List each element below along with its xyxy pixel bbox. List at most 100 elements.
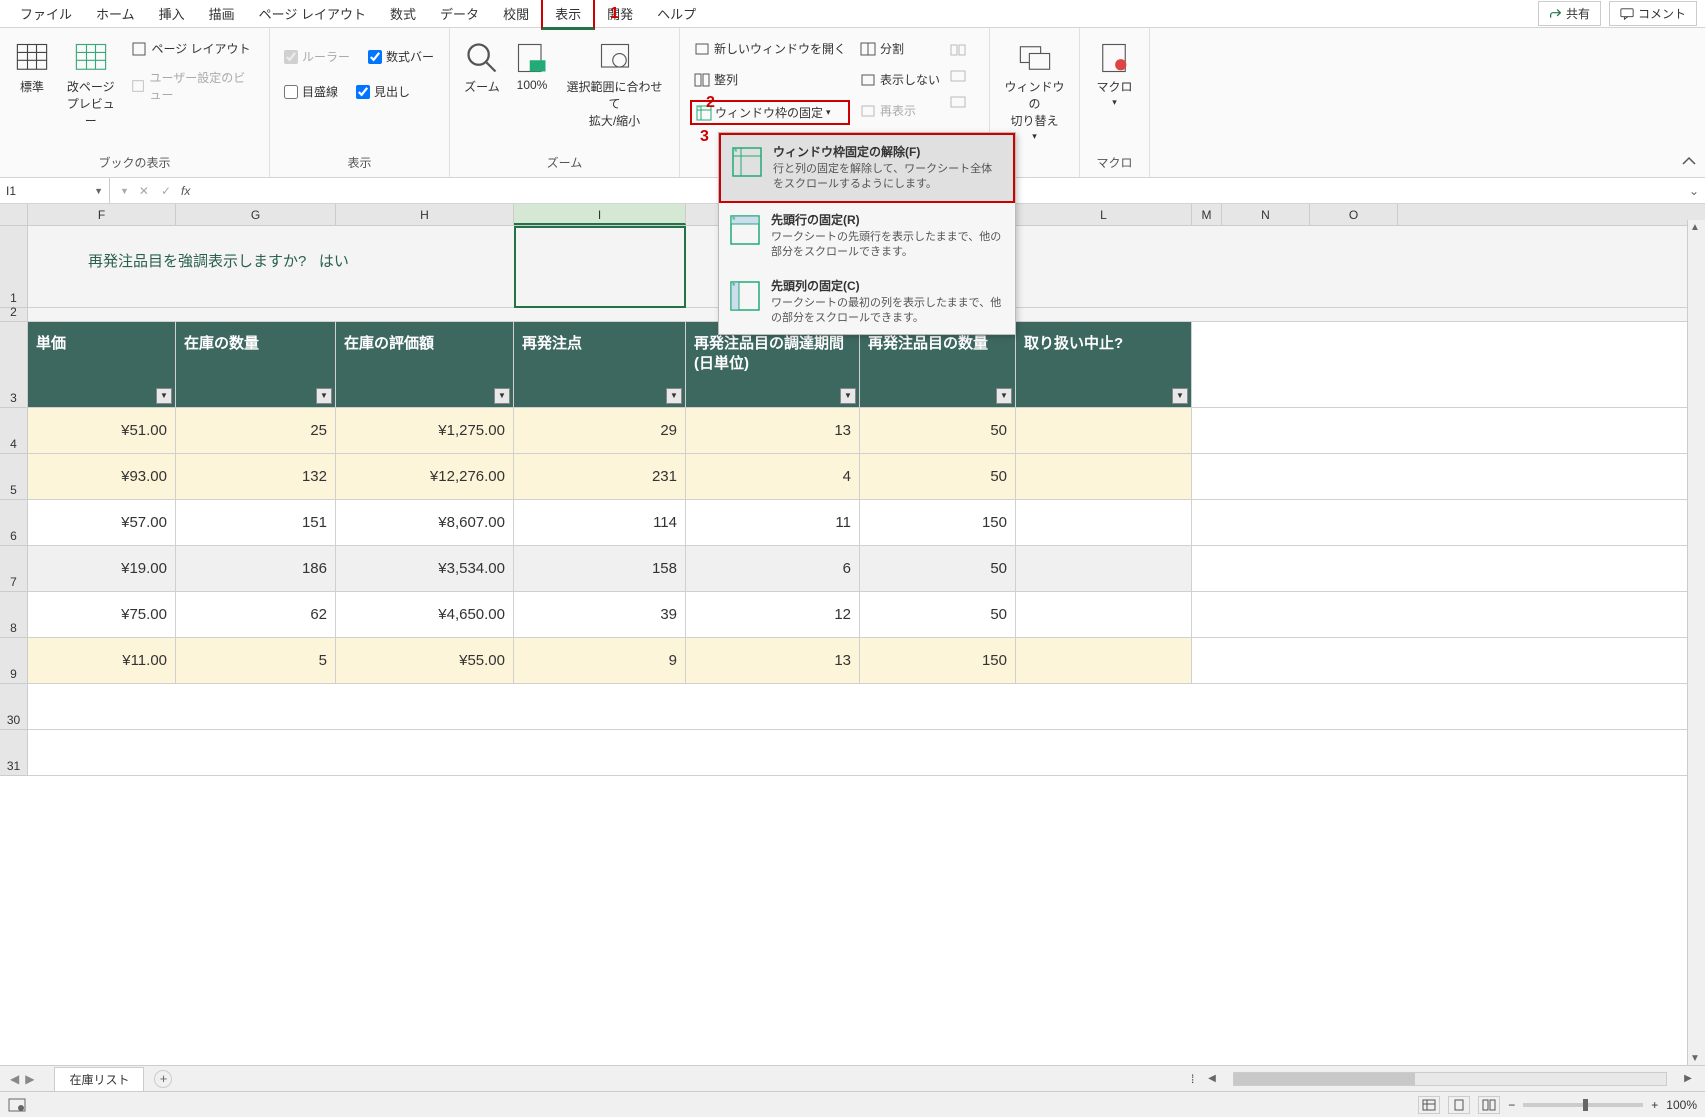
cell[interactable]: ¥8,607.00: [336, 500, 514, 545]
gridlines-checkbox[interactable]: 目盛線: [280, 81, 342, 102]
expand-formula-bar[interactable]: ⌄: [1683, 184, 1705, 198]
menu-home[interactable]: ホーム: [84, 0, 147, 27]
zoom-slider[interactable]: [1523, 1103, 1643, 1107]
empty-row[interactable]: [28, 730, 1705, 776]
sheet-tab-inventory[interactable]: 在庫リスト: [54, 1067, 144, 1091]
page-layout-status[interactable]: [1448, 1096, 1470, 1114]
cell[interactable]: 11: [686, 500, 860, 545]
menu-review[interactable]: 校閲: [491, 0, 541, 27]
cell[interactable]: ¥55.00: [336, 638, 514, 683]
row-header-7[interactable]: 7: [0, 546, 28, 592]
freeze-top-row-item[interactable]: * 先頭行の固定(R) ワークシートの先頭行を表示したままで、他の部分をスクロー…: [719, 203, 1015, 269]
filter-dropdown[interactable]: ▼: [494, 388, 510, 404]
tab-nav-next[interactable]: ▶: [25, 1072, 34, 1086]
table-row[interactable]: ¥51.0025¥1,275.00291350: [28, 408, 1705, 454]
share-button[interactable]: 共有: [1538, 1, 1601, 26]
cell[interactable]: 186: [176, 546, 336, 591]
cell[interactable]: 29: [514, 408, 686, 453]
filter-dropdown[interactable]: ▼: [156, 388, 172, 404]
col-header-i[interactable]: I: [514, 204, 686, 225]
zoom-out-button[interactable]: −: [1508, 1098, 1515, 1112]
header-reorder-point[interactable]: 再発注点▼: [514, 322, 686, 407]
page-break-status[interactable]: [1478, 1096, 1500, 1114]
cell[interactable]: ¥19.00: [28, 546, 176, 591]
cell[interactable]: ¥51.00: [28, 408, 176, 453]
cell[interactable]: 151: [176, 500, 336, 545]
cell[interactable]: 114: [514, 500, 686, 545]
name-box-dropdown[interactable]: ▼: [94, 186, 103, 196]
filter-dropdown[interactable]: ▼: [1172, 388, 1188, 404]
cell[interactable]: 158: [514, 546, 686, 591]
hscroll-right[interactable]: ▶: [1681, 1072, 1695, 1086]
menu-draw[interactable]: 描画: [197, 0, 247, 27]
menu-pagelayout[interactable]: ページ レイアウト: [247, 0, 378, 27]
table-row[interactable]: ¥93.00132¥12,276.00231450: [28, 454, 1705, 500]
filter-dropdown[interactable]: ▼: [996, 388, 1012, 404]
cell[interactable]: 132: [176, 454, 336, 499]
horizontal-scrollbar[interactable]: [1233, 1072, 1667, 1086]
cell[interactable]: ¥57.00: [28, 500, 176, 545]
cell[interactable]: ¥4,650.00: [336, 592, 514, 637]
row-header-1[interactable]: 1: [0, 226, 28, 308]
row-header-30[interactable]: 30: [0, 684, 28, 730]
page-break-button[interactable]: 改ページ プレビュー: [60, 38, 121, 131]
macro-button[interactable]: マクロ ▾: [1092, 38, 1136, 110]
formula-dropdown[interactable]: ▼: [120, 186, 129, 196]
filter-dropdown[interactable]: ▼: [316, 388, 332, 404]
cell[interactable]: [1016, 638, 1192, 683]
arrange-button[interactable]: 整列: [690, 69, 850, 90]
row-header-4[interactable]: 4: [0, 408, 28, 454]
cell[interactable]: [1016, 592, 1192, 637]
cell[interactable]: [1016, 454, 1192, 499]
cell[interactable]: [1016, 408, 1192, 453]
filter-dropdown[interactable]: ▼: [840, 388, 856, 404]
switch-window-button[interactable]: ウィンドウの 切り替え ▾: [1000, 38, 1069, 144]
zoom-button[interactable]: ズーム: [460, 38, 504, 97]
row-header-31[interactable]: 31: [0, 730, 28, 776]
col-header-m[interactable]: M: [1192, 204, 1222, 225]
zoom-in-button[interactable]: +: [1651, 1098, 1658, 1112]
add-sheet-button[interactable]: +: [154, 1070, 172, 1088]
cell[interactable]: [1016, 546, 1192, 591]
freeze-first-col-item[interactable]: * 先頭列の固定(C) ワークシートの最初の列を表示したままで、他の部分をスクロ…: [719, 269, 1015, 335]
vertical-scrollbar[interactable]: ▲ ▼: [1687, 220, 1705, 1065]
table-row[interactable]: ¥11.005¥55.00913150: [28, 638, 1705, 684]
hscroll-left[interactable]: ◀: [1205, 1072, 1219, 1086]
cell[interactable]: 5: [176, 638, 336, 683]
header-unit-price[interactable]: 単価▼: [28, 322, 176, 407]
col-header-f[interactable]: F: [28, 204, 176, 225]
cell[interactable]: 150: [860, 638, 1016, 683]
normal-view-button[interactable]: 標準: [10, 38, 54, 97]
cell[interactable]: ¥1,275.00: [336, 408, 514, 453]
fx-button[interactable]: fx: [181, 184, 190, 198]
cell[interactable]: 4: [686, 454, 860, 499]
comment-button[interactable]: コメント: [1609, 1, 1697, 26]
col-header-o[interactable]: O: [1310, 204, 1398, 225]
headings-checkbox[interactable]: 見出し: [352, 81, 414, 102]
row-header-5[interactable]: 5: [0, 454, 28, 500]
cell[interactable]: 50: [860, 408, 1016, 453]
split-button[interactable]: 分割: [856, 38, 944, 59]
col-header-l[interactable]: L: [1016, 204, 1192, 225]
cell[interactable]: 25: [176, 408, 336, 453]
empty-row[interactable]: [28, 684, 1705, 730]
cell[interactable]: [1016, 500, 1192, 545]
menu-view[interactable]: 表示: [541, 0, 595, 30]
row-header-9[interactable]: 9: [0, 638, 28, 684]
menu-data[interactable]: データ: [428, 0, 491, 27]
name-box[interactable]: I1 ▼: [0, 178, 110, 203]
col-header-n[interactable]: N: [1222, 204, 1310, 225]
cancel-formula-button[interactable]: ✕: [137, 182, 151, 200]
cell[interactable]: 62: [176, 592, 336, 637]
table-row[interactable]: ¥19.00186¥3,534.00158650: [28, 546, 1705, 592]
zoom-selection-button[interactable]: 選択範囲に合わせて 拡大/縮小: [560, 38, 669, 131]
tab-nav-prev[interactable]: ◀: [10, 1072, 19, 1086]
header-stock-qty[interactable]: 在庫の数量▼: [176, 322, 336, 407]
select-all-corner[interactable]: [0, 204, 28, 225]
cell[interactable]: 231: [514, 454, 686, 499]
formula-bar-checkbox[interactable]: 数式バー: [364, 46, 438, 67]
row-header-8[interactable]: 8: [0, 592, 28, 638]
menu-file[interactable]: ファイル: [8, 0, 84, 27]
cell[interactable]: ¥75.00: [28, 592, 176, 637]
accept-formula-button[interactable]: ✓: [159, 182, 173, 200]
